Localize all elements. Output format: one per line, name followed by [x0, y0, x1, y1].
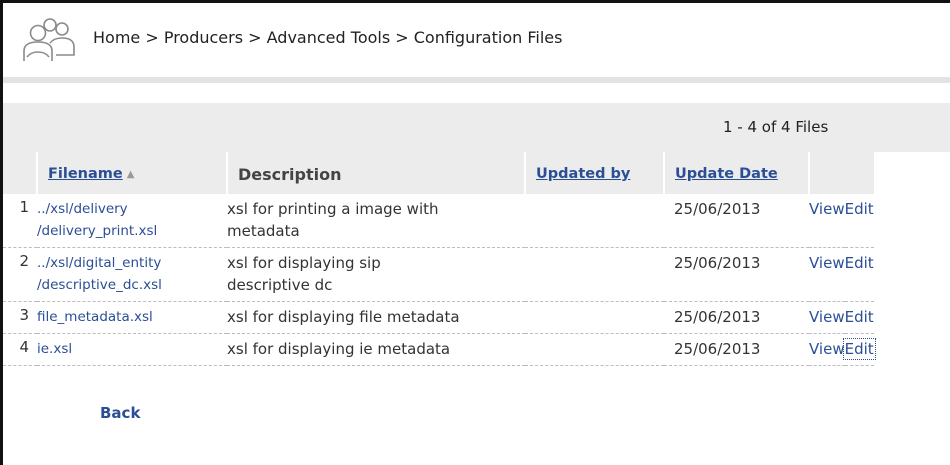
table-row: 3 file_metadata.xsl xsl for displaying f… [3, 302, 874, 334]
pagination-count: 1 - 4 of 4 Files [723, 118, 829, 136]
filename-link[interactable]: file_metadata.xsl [37, 306, 227, 328]
view-link[interactable]: View [809, 252, 845, 274]
row-index: 3 [19, 306, 29, 324]
filename-part[interactable]: /descriptive_dc.xsl [37, 277, 162, 293]
filename-link[interactable]: ../xsl/delivery/delivery_print.xsl [37, 198, 227, 242]
filename-link[interactable]: ../xsl/digital_entity/descriptive_dc.xsl [37, 252, 227, 296]
filename-link[interactable]: ie.xsl [37, 338, 227, 360]
page-header: Home > Producers > Advanced Tools > Conf… [3, 3, 950, 77]
row-index: 2 [19, 252, 29, 270]
filename-sort-link[interactable]: Filename [48, 166, 123, 182]
filename-part[interactable]: /delivery_print.xsl [37, 223, 157, 239]
description-text: xsl for printing a image with metadata [227, 198, 525, 242]
description-header-label: Description [238, 164, 342, 184]
files-table-wrapper: Filename ▲ Description Updated by Update … [3, 152, 950, 366]
filename-column-header[interactable]: Filename ▲ [36, 152, 227, 194]
edit-link[interactable]: Edit [845, 306, 874, 328]
view-link[interactable]: View [809, 198, 845, 220]
description-part: xsl for displaying sip [227, 254, 381, 272]
actions-column-header [808, 152, 874, 194]
description-text: xsl for displaying ie metadata [227, 340, 451, 358]
edit-link[interactable]: Edit [845, 252, 874, 274]
row-index: 4 [19, 338, 29, 356]
edit-link[interactable]: Edit [845, 198, 874, 220]
update-date-cell: 25/06/2013 [674, 254, 761, 272]
description-text: xsl for displaying sip descriptive dc [227, 252, 525, 296]
table-row: 1 ../xsl/delivery/delivery_print.xsl xsl… [3, 194, 874, 248]
description-text: xsl for displaying file metadata [227, 308, 460, 326]
table-header-row: Filename ▲ Description Updated by Update … [3, 152, 874, 194]
update-date-cell: 25/06/2013 [674, 340, 761, 358]
users-icon [23, 18, 75, 61]
filename-part[interactable]: ../xsl/digital_entity [37, 255, 161, 271]
back-link[interactable]: Back [100, 404, 140, 422]
edit-link[interactable]: Edit [842, 338, 876, 360]
table-row: 4 ie.xsl xsl for displaying ie metadata … [3, 334, 876, 366]
view-link[interactable]: View [809, 306, 845, 328]
row-index: 1 [19, 198, 29, 216]
description-part: descriptive dc [227, 276, 333, 294]
table-row: 2 ../xsl/digital_entity/descriptive_dc.x… [3, 248, 874, 302]
breadcrumb: Home > Producers > Advanced Tools > Conf… [93, 28, 563, 47]
index-column-header [3, 152, 37, 194]
updated-by-column-header[interactable]: Updated by [524, 152, 664, 194]
spacer [3, 83, 950, 103]
description-part: metadata [227, 222, 300, 240]
update-date-column-header[interactable]: Update Date [663, 152, 809, 194]
sort-ascending-icon[interactable]: ▲ [127, 169, 135, 180]
description-part: xsl for printing a image with [227, 200, 439, 218]
description-column-header: Description [226, 152, 525, 194]
update-date-cell: 25/06/2013 [674, 308, 761, 326]
update-date-sort-link[interactable]: Update Date [675, 166, 778, 182]
files-table: Filename ▲ Description Updated by Update … [3, 152, 876, 366]
update-date-cell: 25/06/2013 [674, 200, 761, 218]
updated-by-sort-link[interactable]: Updated by [536, 166, 630, 182]
view-link[interactable]: View [809, 338, 845, 360]
filename-part[interactable]: ../xsl/delivery [37, 201, 128, 217]
